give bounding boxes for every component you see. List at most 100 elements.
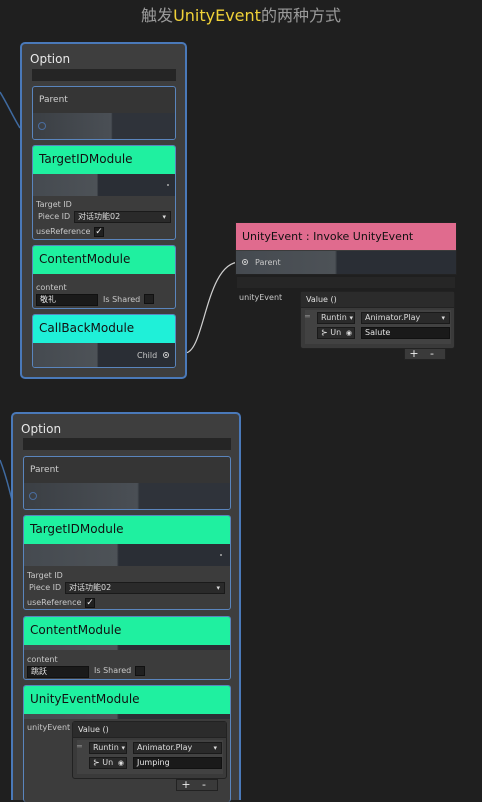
checkmark-icon: ✓ [95, 227, 103, 237]
target-id-module[interactable]: TargetIDModule Target ID Piece ID 对话功能02… [32, 145, 176, 240]
add-button[interactable]: + [405, 348, 423, 359]
left-edge-connector-1 [0, 91, 21, 129]
parent-slot [24, 483, 230, 509]
parent-port-icon[interactable] [38, 122, 46, 130]
object-field[interactable]: ⊱ Un ◉ [317, 327, 355, 339]
option-node-1[interactable]: Option Parent TargetIDModule Target ID P… [20, 42, 187, 379]
chevron-down-icon: ▾ [162, 213, 166, 221]
use-reference-checkbox[interactable]: ✓ [85, 598, 95, 608]
unity-event-list[interactable]: Value () ═ Runtin ▾ Animator.Play ▾ ⊱ Un… [300, 291, 455, 349]
is-shared-label: Is Shared [94, 666, 132, 675]
object-value: Un [102, 758, 114, 767]
unity-event-module-header: UnityEventModule [24, 686, 230, 714]
runtime-value: Runtin [93, 743, 119, 752]
target-picker-icon[interactable]: ◉ [346, 328, 352, 338]
object-field[interactable]: ⊱ Un ◉ [89, 757, 127, 769]
argument-input[interactable]: Jumping [133, 757, 222, 769]
target-id-module-header: TargetIDModule [33, 146, 175, 174]
content-strip [24, 645, 230, 650]
content-module[interactable]: ContentModule content 敬礼 Is Shared [32, 245, 176, 309]
unity-event-add-remove: + - [176, 779, 218, 791]
parent-field[interactable]: Parent [23, 456, 231, 510]
piece-id-value: 对话功能02 [69, 583, 112, 592]
target-picker-icon[interactable]: ◉ [118, 758, 124, 768]
is-shared-label: Is Shared [103, 295, 141, 304]
chevron-down-icon: ▾ [121, 744, 125, 752]
method-value: Animator.Play [137, 743, 193, 752]
runtime-dropdown[interactable]: Runtin ▾ [89, 742, 127, 754]
checkmark-icon: ✓ [86, 598, 94, 608]
content-input[interactable]: 敬礼 [36, 294, 98, 306]
option-node-2[interactable]: Option Parent TargetIDModule Target ID P… [11, 412, 241, 802]
remove-button[interactable]: - [423, 348, 441, 359]
add-button[interactable]: + [177, 779, 195, 790]
runtime-dropdown[interactable]: Runtin ▾ [317, 312, 355, 324]
piece-id-dropdown[interactable]: 对话功能02 ▾ [65, 582, 225, 594]
child-port-icon[interactable] [163, 352, 169, 358]
object-icon: ⊱ [321, 328, 328, 337]
is-shared-checkbox[interactable] [144, 294, 154, 304]
unity-event-node-header: UnityEvent : Invoke UnityEvent [236, 223, 456, 250]
parent-port-icon[interactable] [29, 492, 37, 500]
target-id-module[interactable]: TargetIDModule Target ID Piece ID 对话功能02… [23, 515, 231, 610]
chevron-down-icon: ▾ [216, 584, 220, 592]
content-input[interactable]: 跳跃 [27, 666, 89, 678]
parent-label: Parent [30, 465, 59, 475]
object-icon: ⊱ [93, 758, 100, 767]
chevron-down-icon: ▾ [349, 314, 353, 322]
piece-id-label: Piece ID [38, 212, 71, 221]
chevron-down-icon: ▾ [441, 314, 445, 322]
unity-event-bar [237, 277, 455, 288]
callback-module[interactable]: CallBackModule Child [32, 314, 176, 368]
parent-slot [33, 113, 175, 139]
argument-input[interactable]: Salute [361, 327, 450, 339]
parent-label: Parent [39, 95, 68, 105]
option-node-title: Option [21, 422, 62, 436]
is-shared-checkbox[interactable] [135, 666, 145, 676]
dot-icon [167, 184, 169, 186]
unity-event-add-remove: + - [404, 348, 446, 360]
drag-handle-icon[interactable]: ═ [77, 742, 82, 751]
content-module[interactable]: ContentModule content 跳跃 Is Shared [23, 616, 231, 680]
chevron-down-icon: ▾ [213, 744, 217, 752]
target-id-label: Target ID [36, 200, 72, 209]
piece-id-label: Piece ID [29, 583, 62, 592]
content-label: content [27, 655, 58, 664]
child-label: Child [137, 351, 158, 360]
use-reference-label: useReference [36, 227, 91, 236]
unity-event-field-label: unityEvent [27, 723, 71, 732]
piece-id-dropdown[interactable]: 对话功能02 ▾ [74, 211, 171, 223]
drag-handle-icon[interactable]: ═ [305, 312, 310, 321]
method-dropdown[interactable]: Animator.Play ▾ [133, 742, 222, 754]
unity-event-parent-port-icon[interactable] [242, 259, 248, 265]
unity-event-list-title: Value () [73, 722, 226, 738]
unity-event-node[interactable]: UnityEvent : Invoke UnityEvent Parent [235, 222, 457, 275]
target-module-strip [33, 174, 175, 196]
content-module-header: ContentModule [24, 617, 230, 645]
content-module-header: ContentModule [33, 246, 175, 274]
callback-module-header: CallBackModule [33, 315, 175, 343]
use-reference-checkbox[interactable]: ✓ [94, 227, 104, 237]
method-dropdown[interactable]: Animator.Play ▾ [361, 312, 450, 324]
unity-event-parent-label: Parent [255, 258, 281, 267]
method-value: Animator.Play [365, 313, 421, 322]
remove-button[interactable]: - [195, 779, 213, 790]
parent-field[interactable]: Parent [32, 86, 176, 140]
content-label: content [36, 283, 67, 292]
target-module-strip [24, 544, 230, 566]
object-value: Un [330, 328, 342, 337]
use-reference-label: useReference [27, 598, 82, 607]
unity-event-field-label: unityEvent [239, 293, 283, 302]
option-node-title: Option [30, 52, 71, 66]
target-id-module-header: TargetIDModule [24, 516, 230, 544]
dot-icon [220, 554, 222, 556]
piece-id-value: 对话功能02 [78, 212, 121, 221]
unity-event-list[interactable]: Value () ═ Runtin ▾ Animator.Play ▾ ⊱ Un… [72, 721, 227, 779]
runtime-value: Runtin [321, 313, 347, 322]
target-id-label: Target ID [27, 571, 63, 580]
unity-event-list-title: Value () [301, 292, 454, 308]
option-name-bar[interactable] [23, 438, 231, 450]
child-to-event-connector [184, 261, 241, 354]
option-name-bar[interactable] [32, 69, 176, 81]
unity-event-module[interactable]: UnityEventModule unityEvent Value () ═ R… [23, 685, 231, 802]
